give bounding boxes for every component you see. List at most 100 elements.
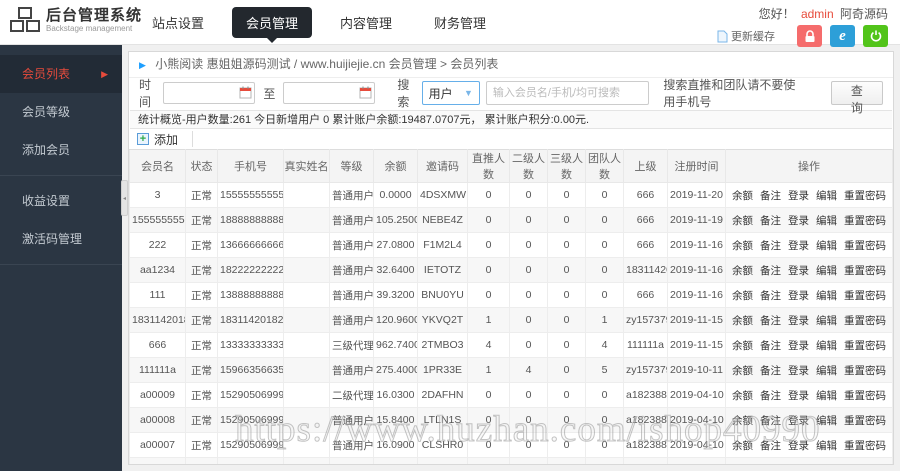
action-login-link[interactable]: 登录 — [788, 290, 809, 302]
action-login-link[interactable]: 登录 — [788, 340, 809, 352]
action-balance-link[interactable]: 余额 — [732, 265, 753, 277]
action-edit-link[interactable]: 编辑 — [816, 340, 837, 352]
action-note-link[interactable]: 备注 — [760, 440, 781, 452]
action-edit-link[interactable]: 编辑 — [816, 265, 837, 277]
action-note-link[interactable]: 备注 — [760, 265, 781, 277]
action-reset-password-link[interactable]: 重置密码 — [844, 440, 886, 452]
refresh-cache-link[interactable]: 更新缓存 — [717, 28, 775, 44]
action-note-link[interactable]: 备注 — [760, 315, 781, 327]
action-balance-link[interactable]: 余额 — [732, 190, 753, 202]
sidebar-item-add-member[interactable]: 添加会员 — [0, 131, 122, 169]
action-balance-link[interactable]: 余额 — [732, 290, 753, 302]
action-login-link[interactable]: 登录 — [788, 465, 809, 466]
action-login-link[interactable]: 登录 — [788, 240, 809, 252]
top-nav: 站点设置 会员管理 内容管理 财务管理 — [138, 0, 514, 45]
action-balance-link[interactable]: 余额 — [732, 415, 753, 427]
table-cell: 15555555555 — [217, 182, 284, 208]
table-cell: 正常 — [185, 207, 218, 233]
action-reset-password-link[interactable]: 重置密码 — [844, 465, 886, 466]
action-note-link[interactable]: 备注 — [760, 465, 781, 466]
action-note-link[interactable]: 备注 — [760, 390, 781, 402]
action-login-link[interactable]: 登录 — [788, 190, 809, 202]
action-login-link[interactable]: 登录 — [788, 265, 809, 277]
action-note-link[interactable]: 备注 — [760, 340, 781, 352]
action-edit-link[interactable]: 编辑 — [816, 465, 837, 466]
sidebar-item-activation-code[interactable]: 激活码管理 — [0, 220, 122, 258]
action-login-link[interactable]: 登录 — [788, 365, 809, 377]
nav-tab-site-settings[interactable]: 站点设置 — [138, 7, 218, 38]
table-cell: 39.3200 — [373, 282, 418, 308]
action-edit-link[interactable]: 编辑 — [816, 290, 837, 302]
action-note-link[interactable]: 备注 — [760, 290, 781, 302]
table-cell: 二级代理 — [329, 382, 374, 408]
action-reset-password-link[interactable]: 重置密码 — [844, 340, 886, 352]
action-balance-link[interactable]: 余额 — [732, 315, 753, 327]
table-row: a00009 正常 15290506999 二级代理 16.0300 2DAFHN 0 0 0 0… — [129, 382, 893, 408]
breadcrumb-text: 小熊阅读 惠姐姐源码测试 / www.huijiejie.cn 会员管理 > 会… — [155, 57, 499, 71]
nav-tab-content-management[interactable]: 内容管理 — [326, 7, 406, 38]
table-cell: 0 — [509, 182, 548, 208]
action-reset-password-link[interactable]: 重置密码 — [844, 190, 886, 202]
sidebar-item-member-list[interactable]: 会员列表 ▶ — [0, 55, 122, 93]
table-cell: 0 — [509, 207, 548, 233]
table-cell — [283, 257, 330, 283]
action-edit-link[interactable]: 编辑 — [816, 190, 837, 202]
action-balance-link[interactable]: 余额 — [732, 215, 753, 227]
action-balance-link[interactable]: 余额 — [732, 465, 753, 466]
sidebar-item-profit-settings[interactable]: 收益设置 — [0, 182, 122, 220]
lock-icon[interactable] — [797, 25, 822, 47]
action-balance-link[interactable]: 余额 — [732, 390, 753, 402]
search-type-select[interactable]: 用户 ▼ — [421, 81, 480, 105]
column-header: 注册时间 — [667, 149, 726, 183]
table-row: a00007 正常 15290506999 普通用户 16.0900 CLSHR0 0 0 0 0… — [129, 432, 893, 458]
table-cell: F1M2L4 — [417, 232, 468, 258]
action-edit-link[interactable]: 编辑 — [816, 315, 837, 327]
action-balance-link[interactable]: 余额 — [732, 240, 753, 252]
action-login-link[interactable]: 登录 — [788, 215, 809, 227]
search-input[interactable] — [485, 81, 650, 105]
action-edit-link[interactable]: 编辑 — [816, 240, 837, 252]
action-edit-link[interactable]: 编辑 — [816, 365, 837, 377]
table-cell: 普通用户 — [329, 282, 374, 308]
action-reset-password-link[interactable]: 重置密码 — [844, 215, 886, 227]
action-login-link[interactable]: 登录 — [788, 415, 809, 427]
action-login-link[interactable]: 登录 — [788, 390, 809, 402]
action-edit-link[interactable]: 编辑 — [816, 440, 837, 452]
table-cell: 2019-04-10 15: — [667, 407, 726, 433]
add-button[interactable]: + 添加 — [137, 131, 178, 148]
action-reset-password-link[interactable]: 重置密码 — [844, 290, 886, 302]
content-panel: ▶ 小熊阅读 惠姐姐源码测试 / www.huijiejie.cn 会员管理 >… — [128, 51, 894, 465]
action-note-link[interactable]: 备注 — [760, 240, 781, 252]
sidebar-item-member-level[interactable]: 会员等级 — [0, 93, 122, 131]
action-reset-password-link[interactable]: 重置密码 — [844, 265, 886, 277]
action-reset-password-link[interactable]: 重置密码 — [844, 365, 886, 377]
action-reset-password-link[interactable]: 重置密码 — [844, 240, 886, 252]
action-edit-link[interactable]: 编辑 — [816, 390, 837, 402]
action-balance-link[interactable]: 余额 — [732, 440, 753, 452]
table-cell: 0 — [467, 282, 510, 308]
action-reset-password-link[interactable]: 重置密码 — [844, 315, 886, 327]
ie-browser-icon[interactable]: e — [830, 25, 855, 47]
action-note-link[interactable]: 备注 — [760, 365, 781, 377]
nav-tab-finance-management[interactable]: 财务管理 — [420, 7, 500, 38]
table-cell: 666 — [623, 282, 668, 308]
action-login-link[interactable]: 登录 — [788, 440, 809, 452]
action-balance-link[interactable]: 余额 — [732, 340, 753, 352]
action-note-link[interactable]: 备注 — [760, 415, 781, 427]
action-login-link[interactable]: 登录 — [788, 315, 809, 327]
action-reset-password-link[interactable]: 重置密码 — [844, 390, 886, 402]
power-icon[interactable] — [863, 25, 888, 47]
column-header: 三级人数 — [547, 149, 586, 183]
search-hint: 搜索直推和团队请不要使用手机号 — [663, 78, 796, 109]
action-note-link[interactable]: 备注 — [760, 190, 781, 202]
toolbar: + 添加 — [129, 129, 893, 149]
nav-tab-member-management[interactable]: 会员管理 — [232, 7, 313, 43]
query-button[interactable]: 查询 — [830, 81, 883, 115]
action-edit-link[interactable]: 编辑 — [816, 215, 837, 227]
sidebar-collapse-handle[interactable]: ◂ — [121, 180, 128, 216]
time-label: 时间 — [139, 78, 152, 109]
action-reset-password-link[interactable]: 重置密码 — [844, 415, 886, 427]
action-edit-link[interactable]: 编辑 — [816, 415, 837, 427]
action-note-link[interactable]: 备注 — [760, 215, 781, 227]
action-balance-link[interactable]: 余额 — [732, 365, 753, 377]
